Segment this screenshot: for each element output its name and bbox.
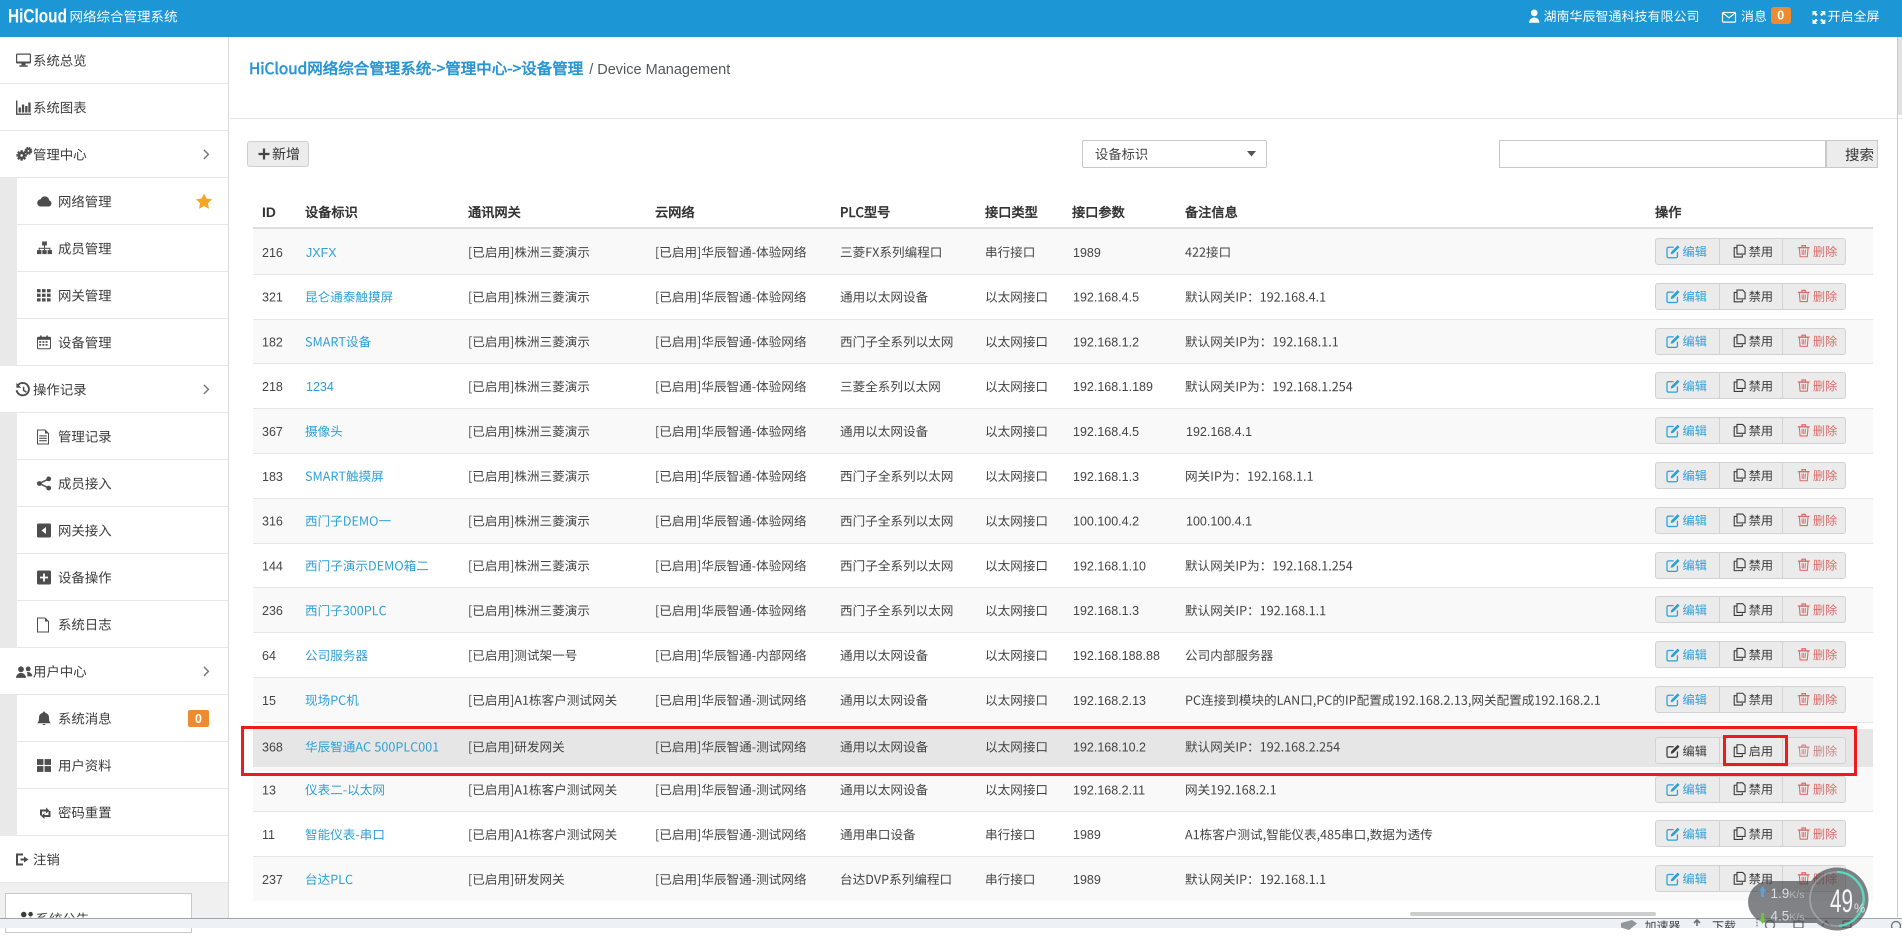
svg-text:/ Device Management: / Device Management [589, 62, 730, 78]
svg-text:1.9K/s: 1.9K/s [1771, 886, 1805, 901]
svg-text:4.5K/s: 4.5K/s [1771, 909, 1805, 924]
svg-text:49: 49 [1830, 883, 1853, 919]
svg-text:ID: ID [262, 205, 276, 220]
svg-text:%: % [1854, 902, 1865, 916]
